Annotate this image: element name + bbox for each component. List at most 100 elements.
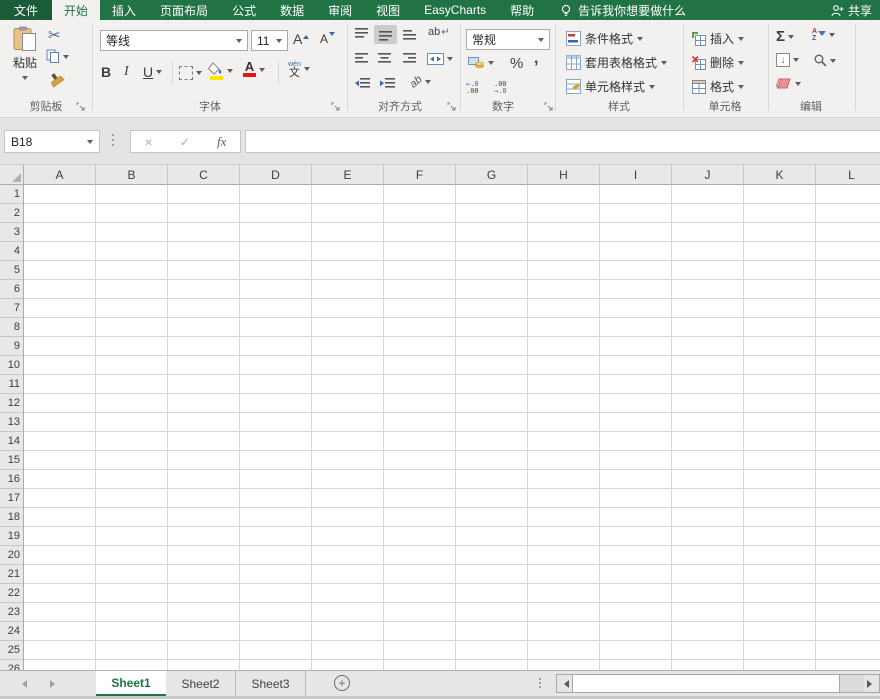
column-header-G[interactable]: G: [456, 165, 528, 184]
column-header-B[interactable]: B: [96, 165, 168, 184]
column-header-E[interactable]: E: [312, 165, 384, 184]
row-header-3[interactable]: 3: [0, 223, 23, 242]
column-header-J[interactable]: J: [672, 165, 744, 184]
column-header-H[interactable]: H: [528, 165, 600, 184]
alignment-dialog-launcher[interactable]: [447, 102, 457, 112]
menu-tab-页面布局[interactable]: 页面布局: [148, 0, 220, 20]
row-header-24[interactable]: 24: [0, 622, 23, 641]
tell-me-box[interactable]: 告诉我你想要做什么: [560, 0, 686, 20]
row-header-11[interactable]: 11: [0, 375, 23, 394]
column-header-F[interactable]: F: [384, 165, 456, 184]
row-header-6[interactable]: 6: [0, 280, 23, 299]
menu-tab-插入[interactable]: 插入: [100, 0, 148, 20]
row-header-4[interactable]: 4: [0, 242, 23, 261]
sort-filter-button[interactable]: AZ: [812, 28, 835, 42]
clipboard-dialog-launcher[interactable]: [76, 102, 86, 112]
row-header-26[interactable]: 26: [0, 660, 23, 670]
increase-indent-button[interactable]: [380, 78, 395, 90]
sheet-nav-left-icon[interactable]: [18, 680, 27, 688]
scrollbar-track[interactable]: [840, 675, 864, 692]
share-button[interactable]: 共享: [823, 0, 880, 20]
row-header-8[interactable]: 8: [0, 318, 23, 337]
scrollbar-thumb[interactable]: [572, 675, 840, 692]
delete-cells-button[interactable]: 删除: [692, 54, 744, 71]
menu-tab-视图[interactable]: 视图: [364, 0, 412, 20]
new-sheet-button[interactable]: +: [334, 675, 350, 691]
tab-scroll-grip[interactable]: [539, 678, 541, 688]
italic-button[interactable]: I: [124, 64, 129, 80]
paste-button[interactable]: 粘贴: [6, 26, 44, 92]
row-header-25[interactable]: 25: [0, 641, 23, 660]
increase-decimal-button[interactable]: ←.0.00: [466, 81, 479, 95]
font-name-combo[interactable]: 等线: [100, 30, 248, 51]
format-painter-button[interactable]: [46, 70, 66, 90]
column-header-K[interactable]: K: [744, 165, 816, 184]
font-size-combo[interactable]: 11: [251, 30, 288, 51]
row-header-7[interactable]: 7: [0, 299, 23, 318]
phonetic-guide-button[interactable]: wén 文: [288, 61, 310, 77]
percent-style-button[interactable]: %: [510, 55, 523, 72]
cancel-button[interactable]: ×: [145, 134, 153, 150]
formula-input[interactable]: [246, 131, 880, 152]
column-header-L[interactable]: L: [816, 165, 880, 184]
row-header-21[interactable]: 21: [0, 565, 23, 584]
row-header-22[interactable]: 22: [0, 584, 23, 603]
conditional-formatting-button[interactable]: 条件格式: [566, 30, 643, 47]
row-header-19[interactable]: 19: [0, 527, 23, 546]
orientation-button[interactable]: ab: [410, 76, 431, 88]
number-format-combo[interactable]: 常规: [466, 29, 550, 50]
sheet-tab-Sheet1[interactable]: Sheet1: [96, 671, 166, 696]
font-color-button[interactable]: A: [243, 62, 265, 77]
underline-button[interactable]: U: [143, 64, 162, 80]
bold-button[interactable]: B: [101, 64, 111, 80]
align-top-button[interactable]: [355, 28, 368, 40]
name-box[interactable]: B18: [4, 130, 100, 153]
column-header-I[interactable]: I: [600, 165, 672, 184]
row-header-10[interactable]: 10: [0, 356, 23, 375]
horizontal-scrollbar[interactable]: [556, 674, 880, 693]
formula-bar-grip[interactable]: [112, 134, 115, 146]
row-header-12[interactable]: 12: [0, 394, 23, 413]
cell-area[interactable]: [24, 185, 880, 670]
number-dialog-launcher[interactable]: [544, 102, 554, 112]
row-header-17[interactable]: 17: [0, 489, 23, 508]
sheet-tab-Sheet3[interactable]: Sheet3: [236, 671, 306, 696]
scroll-left-button[interactable]: [557, 675, 572, 692]
menu-tab-帮助[interactable]: 帮助: [498, 0, 546, 20]
autosum-button[interactable]: Σ: [776, 28, 794, 45]
insert-cells-button[interactable]: 插入: [692, 30, 744, 47]
menu-tab-开始[interactable]: 开始: [52, 0, 100, 20]
decrease-decimal-button[interactable]: .00→.0: [494, 81, 507, 95]
align-middle-button[interactable]: [374, 25, 397, 44]
align-center-button[interactable]: [378, 53, 391, 65]
decrease-indent-button[interactable]: [355, 78, 370, 90]
row-header-5[interactable]: 5: [0, 261, 23, 280]
accounting-format-button[interactable]: [468, 56, 494, 69]
row-header-20[interactable]: 20: [0, 546, 23, 565]
copy-button[interactable]: [46, 49, 69, 64]
sheet-nav-right-icon[interactable]: [50, 680, 59, 688]
format-as-table-button[interactable]: 套用表格格式: [566, 54, 667, 71]
align-bottom-button[interactable]: [403, 29, 416, 41]
format-cells-button[interactable]: 格式: [692, 78, 744, 95]
select-all-button[interactable]: [0, 165, 24, 185]
row-header-16[interactable]: 16: [0, 470, 23, 489]
grow-font-button[interactable]: A: [293, 31, 309, 47]
font-dialog-launcher[interactable]: [331, 102, 341, 112]
cell-styles-button[interactable]: 单元格样式: [566, 78, 655, 95]
row-header-18[interactable]: 18: [0, 508, 23, 527]
wrap-text-button[interactable]: ab ↵: [428, 26, 450, 38]
menu-tab-公式[interactable]: 公式: [220, 0, 268, 20]
shrink-font-button[interactable]: A: [320, 32, 335, 46]
menu-tab-EasyCharts[interactable]: EasyCharts: [412, 0, 498, 20]
fill-color-button[interactable]: [208, 62, 233, 80]
align-left-button[interactable]: [355, 53, 368, 65]
row-header-9[interactable]: 9: [0, 337, 23, 356]
column-header-C[interactable]: C: [168, 165, 240, 184]
find-select-button[interactable]: [814, 54, 836, 67]
menu-tab-数据[interactable]: 数据: [268, 0, 316, 20]
comma-style-button[interactable]: ,: [534, 50, 538, 68]
row-header-2[interactable]: 2: [0, 204, 23, 223]
merge-center-button[interactable]: [427, 53, 453, 65]
fill-button[interactable]: ↓: [776, 53, 799, 67]
